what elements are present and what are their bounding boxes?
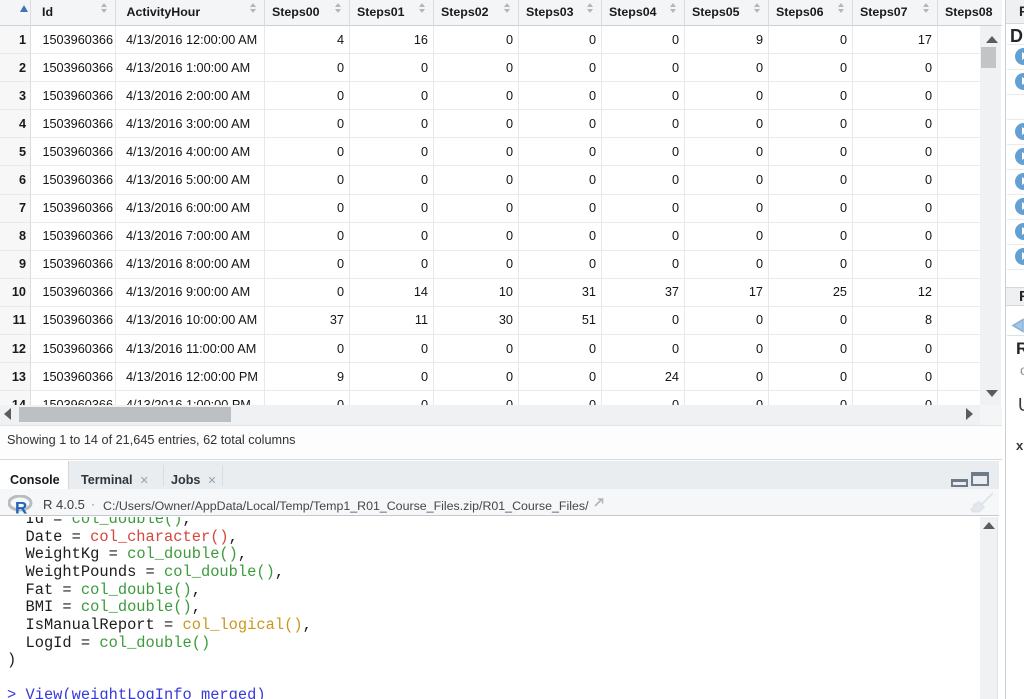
svg-text:R: R (15, 499, 27, 518)
